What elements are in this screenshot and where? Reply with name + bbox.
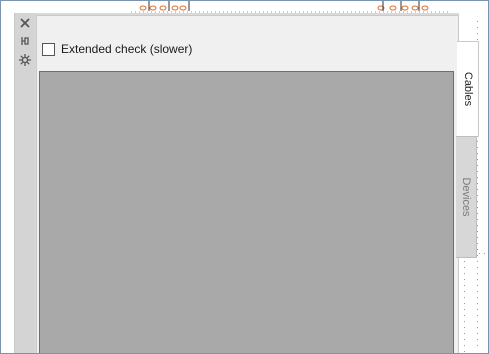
app-window: Extended check (slower) Cables Devices	[0, 0, 489, 354]
panel-toolbar: Extended check (slower)	[37, 16, 458, 70]
close-icon[interactable]	[18, 16, 32, 30]
tab-cables-label: Cables	[461, 71, 474, 107]
panel-content: Extended check (slower)	[36, 15, 459, 353]
extended-check-checkbox[interactable]	[42, 42, 55, 56]
panel-sidebar	[15, 13, 35, 353]
cable-check-panel: Extended check (slower)	[14, 13, 459, 353]
tab-devices-label: Devices	[460, 177, 472, 217]
grid-dots	[464, 261, 465, 353]
results-area	[39, 71, 454, 353]
extended-check-option[interactable]: Extended check (slower)	[42, 42, 192, 56]
extended-check-label: Extended check (slower)	[61, 42, 193, 56]
drawing-marks-top	[131, 1, 451, 13]
tab-cables[interactable]: Cables	[457, 41, 479, 137]
tab-devices[interactable]: Devices	[456, 136, 477, 258]
gear-icon[interactable]	[18, 53, 32, 67]
pin-icon[interactable]	[18, 34, 32, 48]
